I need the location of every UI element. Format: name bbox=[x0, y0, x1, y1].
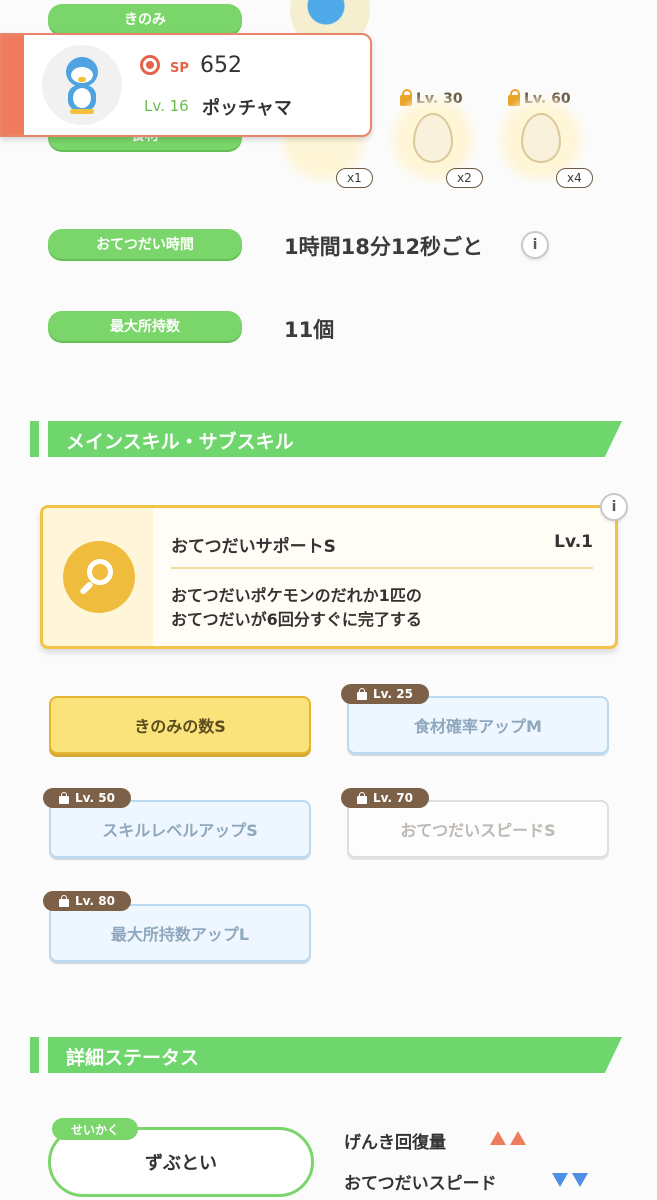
skills-section-title: メインスキル・サブスキル bbox=[66, 431, 294, 453]
sub-skill-label: 食材確率アップM bbox=[414, 717, 542, 736]
sp-value: 652 bbox=[200, 53, 242, 78]
lock-level-text: Lv. 50 bbox=[75, 791, 115, 805]
description-line-2: おてつだいが6回分すぐに完了する bbox=[171, 610, 422, 629]
pokeball-icon bbox=[140, 55, 160, 75]
ingredient-multiplier-1: x1 bbox=[336, 168, 373, 188]
status-section-header: 詳細ステータス bbox=[30, 1037, 622, 1073]
sub-skill-label: おてつだいスピードS bbox=[400, 821, 556, 840]
sub-skill-label: きのみの数S bbox=[134, 717, 226, 736]
ingredient-multiplier-2: x2 bbox=[446, 168, 483, 188]
main-skill-info-button[interactable]: i bbox=[600, 493, 628, 521]
nature-value: ずぶとい bbox=[145, 1153, 217, 1174]
help-time-info-button[interactable]: i bbox=[521, 231, 549, 259]
penguin-feet bbox=[70, 109, 94, 114]
main-skill-level: Lv.1 bbox=[554, 532, 593, 552]
header-accent bbox=[30, 1037, 39, 1073]
pokemon-name: ポッチャマ bbox=[202, 98, 292, 119]
magnifier-icon bbox=[63, 541, 135, 613]
main-skill-name: おてつだいサポートS bbox=[171, 537, 336, 557]
sub-skill-lock-tag-4: Lv. 70 bbox=[341, 788, 429, 808]
main-skill-divider bbox=[171, 567, 593, 569]
magnifier-handle bbox=[79, 580, 94, 596]
sub-skill-button-5[interactable]: 最大所持数アップL bbox=[49, 904, 311, 962]
help-time-value: 1時間18分12秒ごと bbox=[284, 235, 484, 259]
sp-label: SP bbox=[170, 61, 189, 76]
card-accent-stripe bbox=[2, 35, 24, 135]
down-arrows bbox=[552, 1173, 588, 1187]
sub-skill-lock-tag-5: Lv. 80 bbox=[43, 891, 131, 911]
lock-icon bbox=[59, 894, 70, 907]
nature-down-stat: おてつだいスピード bbox=[344, 1174, 497, 1194]
skills-section-header: メインスキル・サブスキル bbox=[30, 421, 622, 457]
sub-skill-button-4[interactable]: おてつだいスピードS bbox=[347, 800, 609, 858]
down-arrow-icon bbox=[572, 1173, 588, 1187]
sub-skill-lock-tag-3: Lv. 50 bbox=[43, 788, 131, 808]
penguin-belly bbox=[73, 88, 91, 108]
lock-icon bbox=[59, 791, 70, 804]
berry-label-pill: きのみ bbox=[48, 4, 242, 34]
main-skill-icon-area bbox=[43, 508, 153, 646]
egg-icon bbox=[413, 113, 453, 163]
sub-skill-lock-tag-2: Lv. 25 bbox=[341, 684, 429, 704]
sub-skill-button-3[interactable]: スキルレベルアップS bbox=[49, 800, 311, 858]
lock-level-text: Lv. 70 bbox=[373, 791, 413, 805]
penguin-beak bbox=[78, 77, 86, 82]
pokemon-summary-card[interactable]: SP 652 Lv. 16 ポッチャマ bbox=[0, 33, 372, 137]
help-time-label-pill: おてつだい時間 bbox=[48, 229, 242, 259]
sub-skill-button-2[interactable]: 食材確率アップM bbox=[347, 696, 609, 754]
info-icon: i bbox=[611, 499, 617, 515]
lock-icon bbox=[357, 687, 368, 700]
down-arrow-icon bbox=[552, 1173, 568, 1187]
sub-skill-label: 最大所持数アップL bbox=[110, 925, 250, 944]
egg-icon bbox=[521, 113, 561, 163]
pokemon-level: Lv. 16 bbox=[144, 97, 189, 115]
up-arrows bbox=[490, 1131, 526, 1145]
sub-skill-button-1[interactable]: きのみの数S bbox=[49, 696, 311, 754]
sub-skill-label: スキルレベルアップS bbox=[102, 821, 258, 840]
header-accent bbox=[30, 421, 39, 457]
lock-level-text: Lv. 25 bbox=[373, 687, 413, 701]
max-carry-label-pill: 最大所持数 bbox=[48, 311, 242, 341]
nature-tag: せいかく bbox=[52, 1118, 138, 1140]
up-arrow-icon bbox=[490, 1131, 506, 1145]
main-skill-description: おてつだいポケモンのだれか1匹の おてつだいが6回分すぐに完了する bbox=[171, 584, 422, 632]
nature-up-stat: げんき回復量 bbox=[344, 1133, 446, 1153]
status-section-title: 詳細ステータス bbox=[66, 1047, 200, 1069]
lock-level-text: Lv. 80 bbox=[75, 894, 115, 908]
up-arrow-icon bbox=[510, 1131, 526, 1145]
pokemon-avatar bbox=[42, 45, 122, 125]
main-skill-card[interactable]: おてつだいサポートS Lv.1 おてつだいポケモンのだれか1匹の おてつだいが6… bbox=[40, 505, 618, 649]
lock-icon bbox=[357, 791, 368, 804]
ingredient-multiplier-3: x4 bbox=[556, 168, 593, 188]
description-line-1: おてつだいポケモンのだれか1匹の bbox=[171, 586, 422, 605]
max-carry-value: 11個 bbox=[284, 318, 335, 342]
info-icon: i bbox=[532, 237, 538, 253]
